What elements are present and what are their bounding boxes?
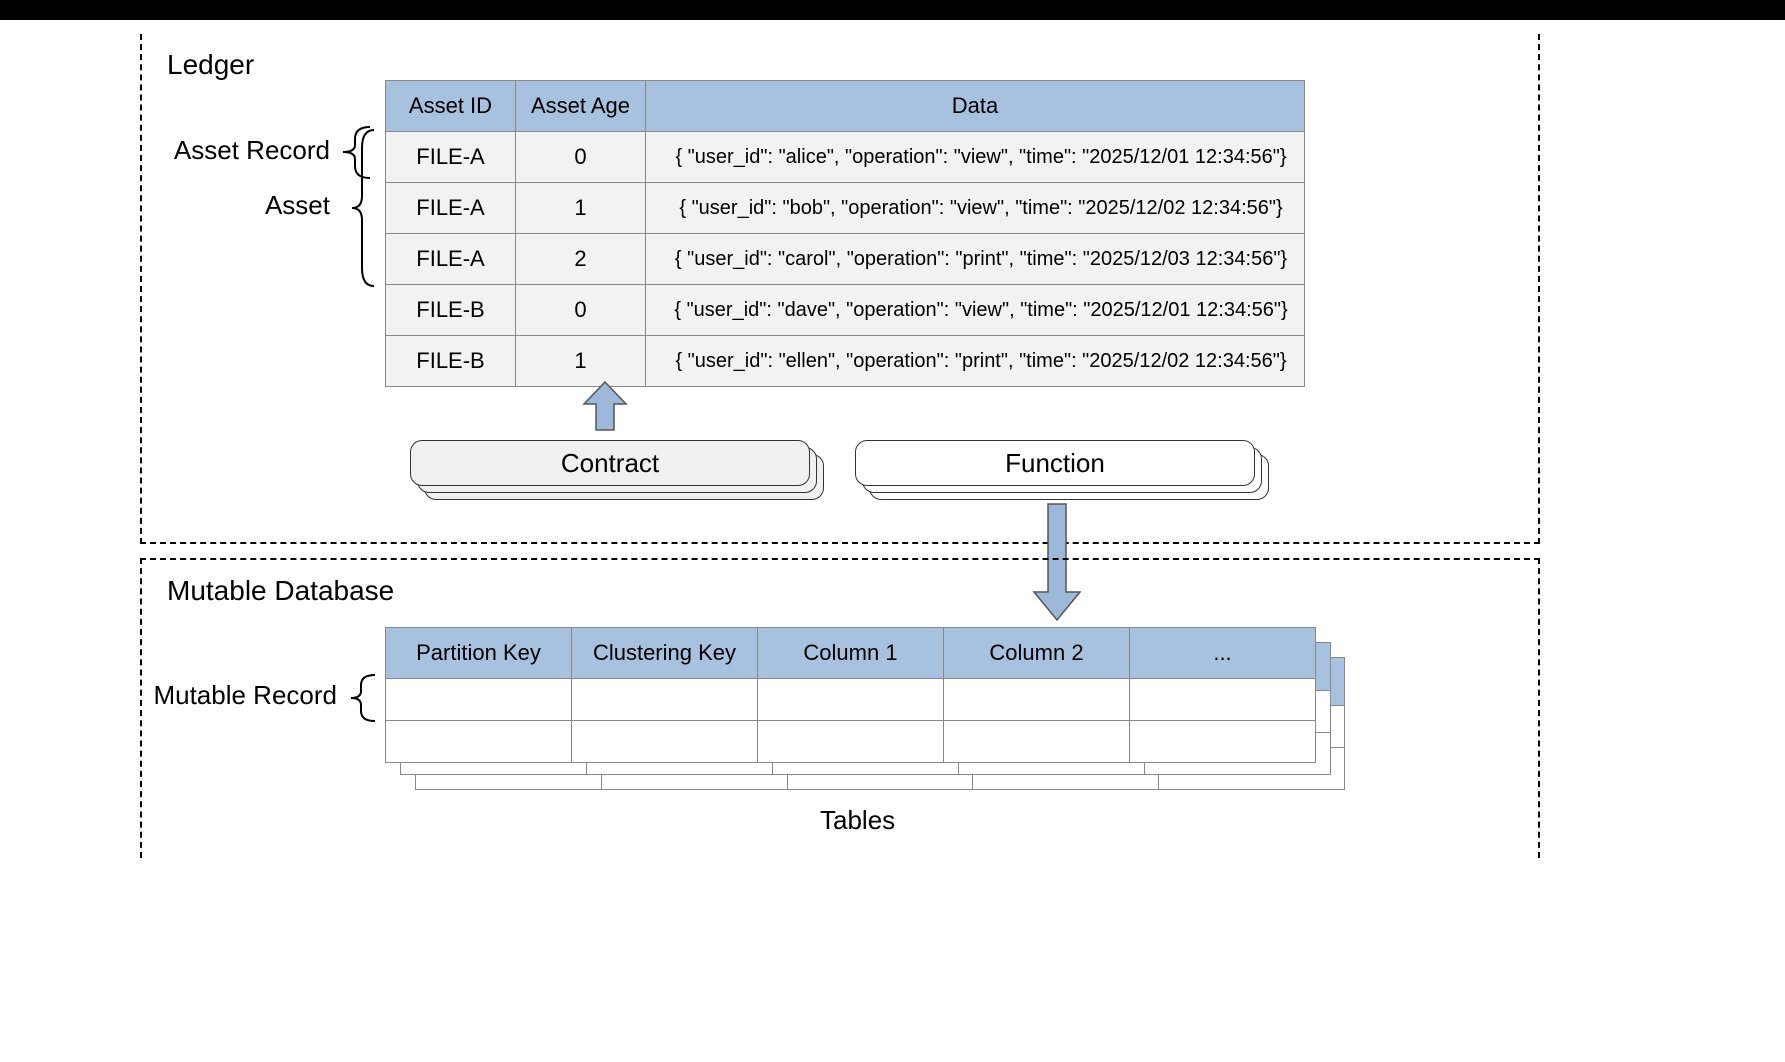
cell-assetage: 0 <box>516 285 646 336</box>
cell-data: { "user_id": "bob", "operation": "view",… <box>646 183 1305 234</box>
asset-brace <box>350 128 378 293</box>
asset-record-label: Asset Record <box>140 135 330 166</box>
mutable-database-title: Mutable Database <box>167 575 1513 607</box>
cell-assetage: 0 <box>516 132 646 183</box>
cell-assetid: FILE-B <box>386 336 516 387</box>
mutable-header: Column 1 <box>758 628 944 679</box>
contract-layer-front: Contract <box>410 440 810 486</box>
cell-assetid: FILE-A <box>386 234 516 285</box>
mutable-header: Clustering Key <box>572 628 758 679</box>
ledger-header-assetid: Asset ID <box>386 81 516 132</box>
mutable-record-brace <box>345 673 381 728</box>
cell-data: { "user_id": "alice", "operation": "view… <box>646 132 1305 183</box>
mutable-record-label: Mutable Record <box>132 680 337 711</box>
cell-assetage: 1 <box>516 336 646 387</box>
ledger-header-row: Asset ID Asset Age Data <box>386 81 1305 132</box>
ledger-title: Ledger <box>167 49 1513 81</box>
cell-data: { "user_id": "dave", "operation": "view"… <box>646 285 1305 336</box>
cell-assetid: FILE-A <box>386 132 516 183</box>
cell-assetage: 2 <box>516 234 646 285</box>
cell-data: { "user_id": "carol", "operation": "prin… <box>646 234 1305 285</box>
contract-box: Contract <box>410 440 810 496</box>
ledger-table: Asset ID Asset Age Data FILE-A 0 { "user… <box>385 80 1305 387</box>
table-row <box>386 679 1316 721</box>
table-row: FILE-B 1 { "user_id": "ellen", "operatio… <box>386 336 1305 387</box>
cell-data: { "user_id": "ellen", "operation": "prin… <box>646 336 1305 387</box>
ledger-header-data: Data <box>646 81 1305 132</box>
mutable-header: Partition Key <box>386 628 572 679</box>
function-label: Function <box>1005 448 1105 479</box>
table-row <box>386 721 1316 763</box>
cell-assetid: FILE-B <box>386 285 516 336</box>
cell-assetid: FILE-A <box>386 183 516 234</box>
ledger-header-assetage: Asset Age <box>516 81 646 132</box>
tables-caption: Tables <box>820 805 895 836</box>
mutable-header: Column 2 <box>944 628 1130 679</box>
mutable-header-row: Partition Key Clustering Key Column 1 Co… <box>386 628 1316 679</box>
table-row: FILE-A 1 { "user_id": "bob", "operation"… <box>386 183 1305 234</box>
mutable-header: ... <box>1130 628 1316 679</box>
contract-label: Contract <box>561 448 659 479</box>
up-arrow-icon <box>580 380 630 440</box>
mutable-table-front: Partition Key Clustering Key Column 1 Co… <box>385 627 1316 763</box>
function-box: Function <box>855 440 1255 496</box>
table-row: FILE-B 0 { "user_id": "dave", "operation… <box>386 285 1305 336</box>
top-black-bar <box>0 0 1785 20</box>
table-row: FILE-A 0 { "user_id": "alice", "operatio… <box>386 132 1305 183</box>
cell-assetage: 1 <box>516 183 646 234</box>
function-layer-front: Function <box>855 440 1255 486</box>
table-row: FILE-A 2 { "user_id": "carol", "operatio… <box>386 234 1305 285</box>
asset-label: Asset <box>200 190 330 221</box>
